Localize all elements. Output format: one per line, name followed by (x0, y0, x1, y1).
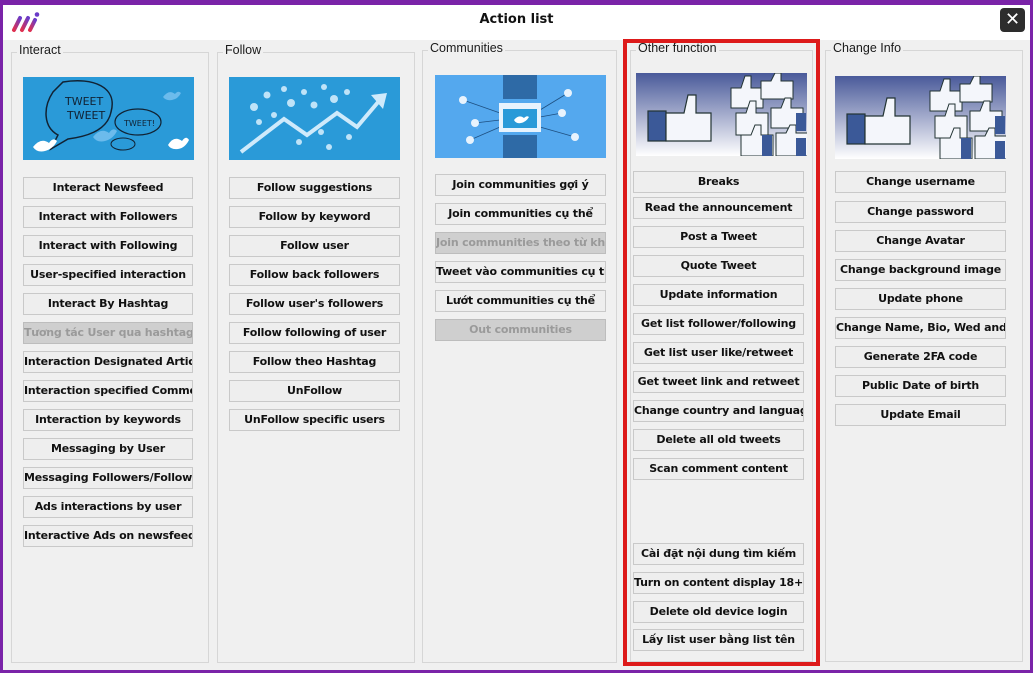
follow-button-follow-suggestions[interactable]: Follow suggestions (229, 177, 400, 199)
interact-button-ads-interactions-by-user[interactable]: Ads interactions by user (23, 496, 193, 518)
follow-button-follow-by-keyword[interactable]: Follow by keyword (229, 206, 400, 228)
change-info-button-change-avatar[interactable]: Change Avatar (835, 230, 1006, 252)
svg-text:TWEET!: TWEET! (123, 119, 155, 128)
change-info-button-update-phone[interactable]: Update phone (835, 288, 1006, 310)
change-info-button-change-background-image[interactable]: Change background image (835, 259, 1006, 281)
follow-button-unfollow-specific-users[interactable]: UnFollow specific users (229, 409, 400, 431)
communities-button-l-t-communities-c-th[interactable]: Lướt communities cụ thể (435, 290, 606, 312)
svg-text:TWEET: TWEET (64, 95, 103, 108)
interact-button-messaging-by-user[interactable]: Messaging by User (23, 438, 193, 460)
close-icon: ✕ (1004, 9, 1021, 30)
interact-button-interact-with-followers[interactable]: Interact with Followers (23, 206, 193, 228)
interact-button-messaging-followers-followi[interactable]: Messaging Followers/Followi... (23, 467, 193, 489)
highlight-box (623, 39, 820, 666)
change-info-button-change-username[interactable]: Change username (835, 171, 1006, 193)
tweet-speech-bubbles-image: TWEET TWEET TWEET! (23, 77, 194, 160)
follow-button-follow-back-followers[interactable]: Follow back followers (229, 264, 400, 286)
interact-button-interact-with-following[interactable]: Interact with Following (23, 235, 193, 257)
change-info-button-public-date-of-birth[interactable]: Public Date of birth (835, 375, 1006, 397)
interact-button-interact-by-hashtag[interactable]: Interact By Hashtag (23, 293, 193, 315)
communities-button-join-communities-theo-t-kh-a: Join communities theo từ khóa (435, 232, 606, 254)
change-info-button-update-email[interactable]: Update Email (835, 404, 1006, 426)
thumbs-up-likes-image (835, 76, 1006, 159)
follow-button-follow-user-s-followers[interactable]: Follow user's followers (229, 293, 400, 315)
change-info-button-change-name-bio-wed-and[interactable]: Change Name, Bio, Wed and ... (835, 317, 1006, 339)
interact-button-t-ng-t-c-user-qua-hashtag: Tương tác User qua hashtag (23, 322, 193, 344)
communities-button-join-communities-g-i[interactable]: Join communities gợi ý (435, 174, 606, 196)
group-label: Interact (17, 43, 63, 57)
interact-button-interaction-by-keywords[interactable]: Interaction by keywords (23, 409, 193, 431)
change-info-button-change-password[interactable]: Change password (835, 201, 1006, 223)
group-label: Follow (223, 43, 264, 57)
communities-button-tweet-v-o-communities-c-th[interactable]: Tweet vào communities cụ thể (435, 261, 606, 283)
communities-button-join-communities-c-th[interactable]: Join communities cụ thể (435, 203, 606, 225)
communities-button-out-communities: Out communities (435, 319, 606, 341)
follow-button-follow-theo-hashtag[interactable]: Follow theo Hashtag (229, 351, 400, 373)
interact-button-interactive-ads-on-newsfeed[interactable]: Interactive Ads on newsfeed (23, 525, 193, 547)
interact-button-interaction-designated-articles[interactable]: Interaction Designated Articles (23, 351, 193, 373)
interact-button-user-specified-interaction[interactable]: User-specified interaction (23, 264, 193, 286)
follower-growth-chart-image (229, 77, 400, 160)
group-label: Change Info (831, 41, 904, 55)
close-button[interactable]: ✕ (1000, 8, 1025, 32)
change-info-button-generate-2fa-code[interactable]: Generate 2FA code (835, 346, 1006, 368)
group-label: Communities (428, 41, 505, 55)
svg-text:TWEET: TWEET (66, 109, 105, 122)
follow-button-follow-following-of-user[interactable]: Follow following of user (229, 322, 400, 344)
window-title: Action list (479, 12, 554, 27)
community-network-image (435, 75, 606, 158)
follow-button-follow-user[interactable]: Follow user (229, 235, 400, 257)
follow-button-unfollow[interactable]: UnFollow (229, 380, 400, 402)
interact-button-interaction-specified-comment[interactable]: Interaction specified Comment (23, 380, 193, 402)
action-list-window: Action list ✕ Interact TWEET TWEET TWEET… (0, 0, 1033, 673)
interact-button-interact-newsfeed[interactable]: Interact Newsfeed (23, 177, 193, 199)
title-bar: Action list ✕ (3, 5, 1030, 40)
